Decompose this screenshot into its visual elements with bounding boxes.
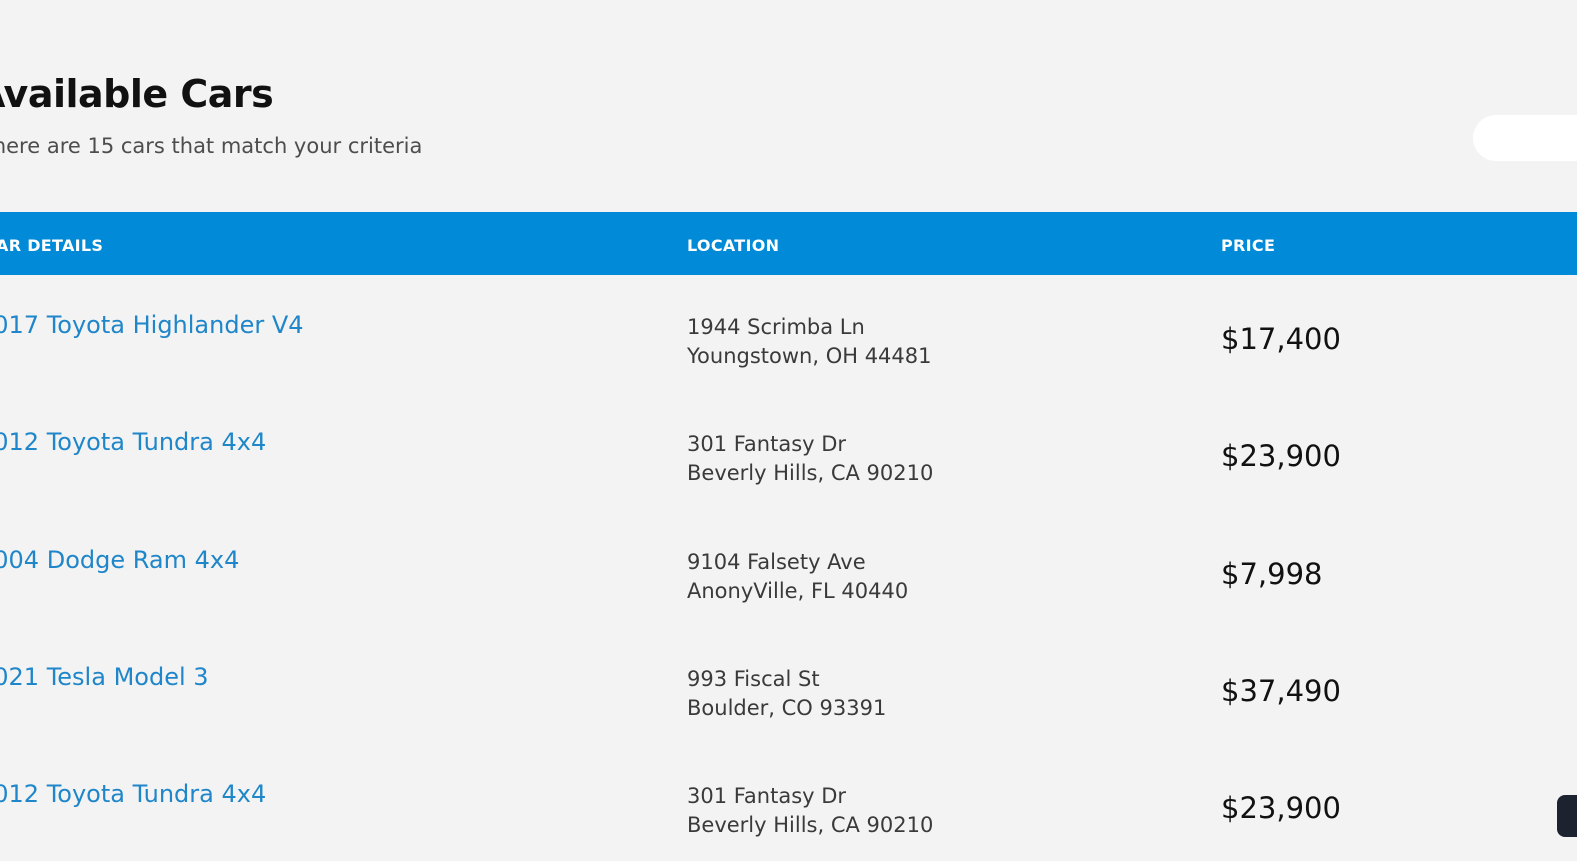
city-state-zip: AnonyVille, FL 40440	[687, 579, 909, 603]
table-row: 2021 Tesla Model 3 993 Fiscal St Boulder…	[0, 627, 1577, 744]
price-value: $17,400	[1221, 322, 1341, 356]
price-value: $23,900	[1221, 791, 1341, 825]
car-link[interactable]: 2004 Dodge Ram 4x4	[0, 546, 239, 574]
location-cell: 9104 Falsety Ave AnonyVille, FL 40440	[687, 548, 908, 606]
location-cell: 993 Fiscal St Boulder, CO 93391	[687, 665, 886, 723]
car-link[interactable]: 2017 Toyota Highlander V4	[0, 311, 304, 339]
city-state-zip: Beverly Hills, CA 90210	[687, 461, 934, 485]
location-cell: 1944 Scrimba Ln Youngstown, OH 44481	[687, 313, 932, 371]
street-address: 301 Fantasy Dr	[687, 432, 847, 456]
page-title: Available Cars	[0, 72, 274, 116]
city-state-zip: Boulder, CO 93391	[687, 696, 887, 720]
car-link[interactable]: 2012 Toyota Tundra 4x4	[0, 780, 266, 808]
table-row: 2017 Toyota Highlander V4 1944 Scrimba L…	[0, 275, 1577, 392]
street-address: 1944 Scrimba Ln	[687, 315, 865, 339]
city-state-zip: Beverly Hills, CA 90210	[687, 813, 934, 837]
table-row: 2004 Dodge Ram 4x4 9104 Falsety Ave Anon…	[0, 510, 1577, 627]
price-value: $23,900	[1221, 439, 1341, 473]
car-link[interactable]: 2021 Tesla Model 3	[0, 663, 209, 691]
column-header-location[interactable]: LOCATION	[687, 236, 779, 255]
cars-page: Available Cars There are 15 cars that ma…	[0, 0, 1577, 861]
results-count-text: There are 15 cars that match your criter…	[0, 134, 423, 158]
chat-widget-button[interactable]	[1557, 795, 1577, 837]
car-link[interactable]: 2012 Toyota Tundra 4x4	[0, 428, 266, 456]
street-address: 301 Fantasy Dr	[687, 784, 847, 808]
price-value: $7,998	[1221, 557, 1323, 591]
price-value: $37,490	[1221, 674, 1341, 708]
table-row: 2012 Toyota Tundra 4x4 301 Fantasy Dr Be…	[0, 744, 1577, 861]
street-address: 9104 Falsety Ave	[687, 550, 866, 574]
location-cell: 301 Fantasy Dr Beverly Hills, CA 90210	[687, 430, 933, 488]
location-cell: 301 Fantasy Dr Beverly Hills, CA 90210	[687, 782, 933, 840]
column-header-price[interactable]: PRICE	[1221, 236, 1275, 255]
city-state-zip: Youngstown, OH 44481	[687, 344, 932, 368]
column-header-car-details[interactable]: CAR DETAILS	[0, 236, 103, 255]
search-input[interactable]	[1473, 115, 1577, 161]
table-header: CAR DETAILS LOCATION PRICE	[0, 212, 1577, 275]
street-address: 993 Fiscal St	[687, 667, 820, 691]
table-row: 2012 Toyota Tundra 4x4 301 Fantasy Dr Be…	[0, 392, 1577, 509]
